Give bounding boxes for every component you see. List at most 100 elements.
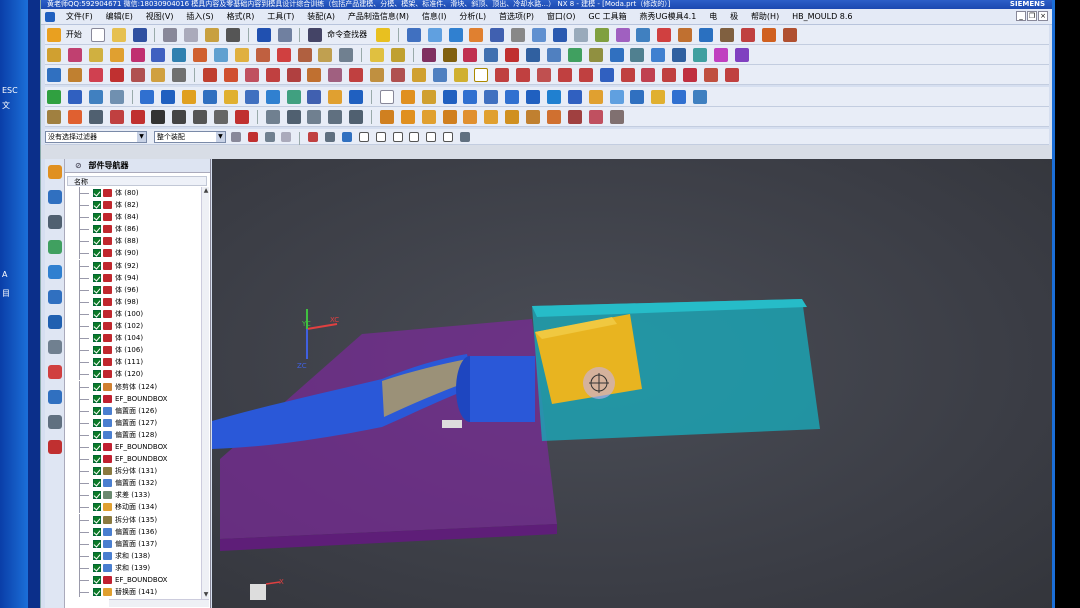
menu-edit[interactable]: 编辑(E) [101, 9, 138, 25]
revolve-icon[interactable] [67, 48, 82, 62]
point-on-curve-icon[interactable] [214, 110, 228, 124]
tree-node[interactable]: 求和 (138) [67, 549, 201, 562]
runner-icon[interactable] [693, 48, 707, 62]
filter-edge-icon[interactable] [349, 110, 364, 124]
tree-node[interactable]: 求差 (133) [67, 489, 201, 502]
workpiece-icon[interactable] [484, 48, 499, 62]
roles-tab-icon[interactable] [48, 415, 62, 429]
visibility-checkbox[interactable] [93, 551, 101, 560]
tree-node[interactable]: 体 (100) [67, 307, 201, 320]
menu-hb-mould[interactable]: HB_MOULD 8.6 [787, 9, 857, 25]
copy-icon[interactable] [184, 28, 199, 42]
menu-information[interactable]: 信息(I) [417, 9, 452, 25]
undo-icon[interactable] [256, 28, 271, 42]
shell-face-icon[interactable] [693, 90, 707, 104]
copy-face-icon[interactable] [265, 90, 280, 104]
menu-tools[interactable]: 工具(T) [262, 9, 299, 25]
start-button[interactable]: 开始 [66, 25, 82, 44]
select-feature-icon[interactable] [281, 132, 292, 142]
sweep-icon[interactable] [453, 68, 468, 82]
snap-point-icon[interactable] [47, 110, 61, 124]
tree-node[interactable]: 拆分体 (135) [67, 513, 201, 526]
plane-icon[interactable] [67, 68, 82, 82]
visibility-checkbox[interactable] [93, 249, 101, 258]
datum-select-icon[interactable] [526, 110, 540, 124]
tree-node[interactable]: 体 (98) [67, 295, 201, 308]
feature-select-icon[interactable] [463, 110, 478, 124]
open-folder-icon[interactable] [111, 28, 126, 42]
visibility-checkbox[interactable] [93, 418, 101, 427]
menu-insert[interactable]: 插入(S) [181, 9, 218, 25]
curve-icon[interactable] [657, 28, 672, 42]
polygon-icon[interactable] [620, 68, 635, 82]
wcs-icon[interactable] [532, 28, 546, 42]
manufacturing-wizard-tab-icon[interactable] [48, 390, 62, 404]
history-tab-icon[interactable] [48, 315, 62, 329]
fillet-curve-icon[interactable] [782, 28, 797, 42]
redo-icon[interactable] [277, 28, 292, 42]
tree-node[interactable]: 偏置面 (128) [67, 428, 201, 441]
slot-icon[interactable] [193, 48, 208, 62]
mold-base-icon[interactable] [567, 48, 582, 62]
tree-node[interactable]: 体 (92) [67, 259, 201, 272]
tree-node[interactable]: 偏置面 (136) [67, 525, 201, 538]
visibility-checkbox[interactable] [93, 563, 101, 572]
touch-mode-icon[interactable] [376, 28, 390, 42]
measure-icon[interactable] [615, 28, 630, 42]
join-curve-icon[interactable] [307, 68, 322, 82]
surface-icon[interactable] [390, 68, 405, 82]
tree-node[interactable]: 体 (86) [67, 223, 201, 236]
bridge-curve-icon[interactable] [203, 68, 217, 82]
delete-icon[interactable] [225, 28, 240, 42]
menu-gc-toolkit[interactable]: GC 工具箱 [583, 9, 631, 25]
menu-yanxiu-mold[interactable]: 燕秀UG模具4.1 [635, 9, 702, 25]
draft-icon[interactable] [370, 48, 384, 62]
lasso-icon[interactable] [328, 110, 343, 124]
visibility-checkbox[interactable] [93, 285, 101, 294]
select-all-icon[interactable] [286, 110, 301, 124]
curve-select-icon[interactable] [505, 110, 520, 124]
region-faces-icon[interactable] [588, 110, 603, 124]
background-icon[interactable] [511, 28, 526, 42]
visibility-checkbox[interactable] [93, 273, 101, 282]
visibility-checkbox[interactable] [93, 309, 101, 318]
tree-node[interactable]: 偏置面 (127) [67, 416, 201, 429]
visibility-checkbox[interactable] [93, 467, 101, 476]
tangent-faces-icon[interactable] [567, 110, 582, 124]
snap-existing-icon[interactable] [375, 132, 386, 142]
sub-insert-icon[interactable] [651, 48, 666, 62]
corner-icon[interactable] [761, 28, 776, 42]
tree-node[interactable]: 体 (106) [67, 344, 201, 357]
menu-preferences[interactable]: 首选项(P) [494, 9, 539, 25]
chamfer-icon[interactable] [339, 48, 354, 62]
pin-icon[interactable]: ⊘ [75, 161, 82, 170]
horizontal-scrollbar[interactable] [109, 599, 209, 607]
section-curve-icon[interactable] [265, 68, 280, 82]
csys-icon[interactable] [88, 68, 103, 82]
subtract-icon[interactable] [234, 48, 249, 62]
tree-node[interactable]: EF_BOUNDBOX [67, 440, 201, 453]
show-hide-icon[interactable] [573, 28, 588, 42]
app-menu-icon[interactable] [45, 12, 55, 22]
close-icon[interactable]: × [1038, 11, 1048, 21]
scroll-down-icon[interactable]: ▼ [202, 591, 210, 599]
trim-curve-icon[interactable] [328, 68, 343, 82]
offset-curve-icon[interactable] [172, 68, 187, 82]
replace-face-icon[interactable] [140, 90, 155, 104]
hole-icon[interactable] [88, 48, 103, 62]
fillet-tool-icon[interactable] [578, 68, 593, 82]
make-parallel-icon[interactable] [567, 90, 582, 104]
snap-curve-icon[interactable] [392, 132, 403, 142]
visibility-checkbox[interactable] [93, 442, 101, 451]
box-icon[interactable] [379, 90, 394, 104]
tree-node[interactable]: 偏置面 (126) [67, 404, 201, 417]
orient-view-icon[interactable] [448, 28, 463, 42]
snap-end-icon[interactable] [308, 132, 319, 142]
deselect-icon[interactable] [307, 110, 322, 124]
visibility-checkbox[interactable] [93, 588, 101, 597]
menu-assembly[interactable]: 装配(A) [302, 9, 340, 25]
make-coplanar-icon[interactable] [484, 90, 499, 104]
edge-blend-icon[interactable] [318, 48, 333, 62]
ellipse-icon[interactable] [641, 68, 656, 82]
single-face-icon[interactable] [546, 110, 561, 124]
